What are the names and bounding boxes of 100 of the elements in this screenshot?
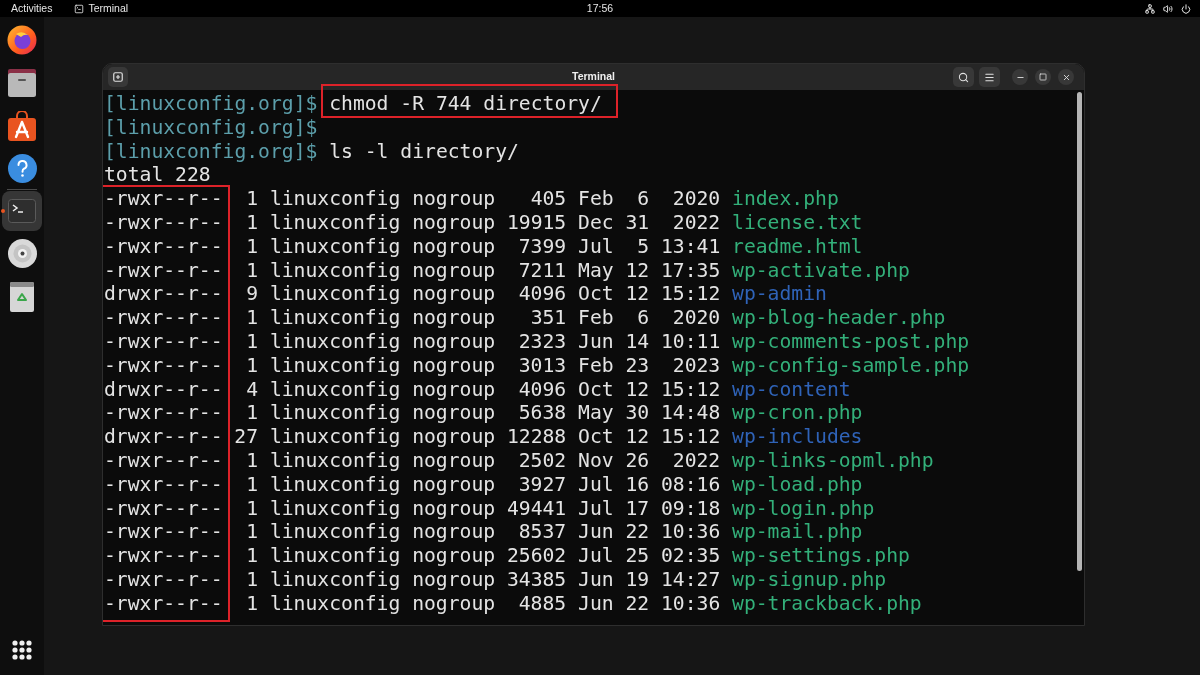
group-text: nogroup	[412, 377, 496, 402]
file-name: wp-load.php	[732, 472, 863, 497]
day-text: 14	[625, 329, 650, 354]
file-name: wp-signup.php	[732, 567, 887, 592]
permissions-text: -rwxr--r--	[104, 472, 223, 497]
window-title: Terminal	[572, 69, 615, 85]
group-text: nogroup	[412, 282, 496, 307]
maximize-button[interactable]	[1035, 69, 1051, 85]
minimize-button[interactable]	[1012, 69, 1028, 85]
owner-text: linuxconfig	[269, 353, 401, 378]
day-text: 26	[625, 448, 650, 473]
permissions-text: drwxr--r--	[104, 425, 223, 449]
new-tab-button[interactable]	[108, 67, 128, 87]
day-text: 12	[625, 258, 650, 283]
owner-text: linuxconfig	[269, 472, 401, 497]
month-text: Dec	[578, 211, 614, 235]
terminal-icon	[8, 198, 36, 223]
file-name: wp-comments-post.php	[732, 329, 970, 354]
file-name: wp-trackback.php	[732, 591, 922, 616]
clock[interactable]: 17:56	[586, 3, 614, 14]
scrollbar[interactable]	[1077, 92, 1082, 571]
folder-icon	[7, 68, 37, 97]
disc-icon	[7, 239, 37, 268]
permissions-text: -rwxr--r--	[104, 353, 223, 378]
link-count: 1	[245, 234, 259, 259]
day-text: 22	[625, 520, 650, 545]
owner-text: linuxconfig	[269, 496, 401, 521]
month-text: Jul	[578, 234, 614, 259]
day-text: 6	[636, 306, 650, 330]
link-count: 1	[245, 544, 259, 568]
month-text: Jun	[578, 567, 614, 592]
search-button[interactable]	[953, 67, 974, 87]
owner-text: linuxconfig	[269, 567, 401, 592]
owner-text: linuxconfig	[269, 448, 401, 473]
day-text: 31	[625, 211, 650, 235]
file-name: wp-login.php	[732, 496, 875, 521]
file-size: 405	[529, 187, 567, 211]
time-text: 15:12	[660, 425, 721, 449]
group-text: nogroup	[412, 544, 496, 568]
link-count: 9	[245, 282, 259, 307]
owner-text: linuxconfig	[269, 211, 401, 235]
file-size: 4096	[517, 282, 567, 307]
month-text: Jul	[578, 472, 614, 497]
month-text: Jun	[578, 591, 614, 616]
directory-name: wp-admin	[732, 282, 827, 307]
owner-text: linuxconfig	[269, 520, 401, 545]
menu-button[interactable]	[979, 67, 1000, 87]
link-count: 1	[245, 496, 259, 521]
day-text: 22	[625, 591, 650, 616]
prompt-text: [linuxconfig.org]$	[104, 92, 318, 116]
file-size: 351	[529, 306, 567, 330]
permissions-text: -rwxr--r--	[104, 496, 223, 521]
group-text: nogroup	[412, 329, 496, 354]
link-count: 1	[245, 353, 259, 378]
link-count: 1	[245, 187, 259, 211]
time-text: 14:48	[660, 401, 721, 426]
permissions-text: -rwxr--r--	[104, 329, 223, 354]
command-text: chmod -R 744 directory/	[329, 92, 602, 115]
owner-text: linuxconfig	[269, 234, 401, 259]
close-button[interactable]	[1058, 69, 1074, 85]
power-icon[interactable]	[1181, 3, 1191, 14]
file-size: 3013	[517, 353, 567, 378]
link-count: 4	[245, 377, 259, 402]
time-text: 2020	[671, 306, 721, 330]
file-size: 49441	[506, 496, 567, 521]
month-text: Oct	[578, 377, 614, 402]
maximize-icon	[1039, 73, 1047, 81]
permissions-text: -rwxr--r--	[104, 401, 223, 426]
month-text: Feb	[578, 306, 614, 330]
file-size: 34385	[506, 567, 567, 592]
file-name: wp-links-opml.php	[732, 448, 934, 473]
output-text: total 228	[104, 163, 211, 188]
day-text: 23	[625, 353, 650, 378]
permissions-text: drwxr--r--	[104, 377, 223, 402]
owner-text: linuxconfig	[269, 401, 401, 426]
directory-name: wp-content	[732, 377, 851, 402]
time-text: 15:12	[660, 282, 721, 307]
volume-icon[interactable]	[1163, 3, 1173, 14]
prompt-text: [linuxconfig.org]$	[104, 115, 318, 140]
file-size: 4885	[517, 591, 567, 616]
month-text: May	[578, 258, 614, 283]
time-text: 2022	[671, 211, 721, 235]
group-text: nogroup	[412, 520, 496, 545]
day-text: 30	[625, 401, 650, 426]
file-name: wp-mail.php	[732, 520, 863, 545]
app-name[interactable]: Terminal	[88, 3, 129, 14]
file-size: 19915	[506, 211, 567, 235]
owner-text: linuxconfig	[269, 258, 401, 283]
link-count: 1	[245, 567, 259, 592]
activities-button[interactable]: Activities	[11, 3, 53, 14]
network-icon[interactable]	[1145, 3, 1155, 14]
owner-text: linuxconfig	[269, 329, 401, 354]
month-text: Oct	[578, 282, 614, 307]
group-text: nogroup	[412, 448, 496, 473]
search-icon	[958, 71, 969, 83]
browser-icon	[7, 24, 37, 55]
permissions-text: -rwxr--r--	[104, 306, 223, 330]
group-text: nogroup	[412, 425, 496, 449]
file-name: wp-settings.php	[732, 544, 910, 568]
group-text: nogroup	[412, 472, 496, 497]
